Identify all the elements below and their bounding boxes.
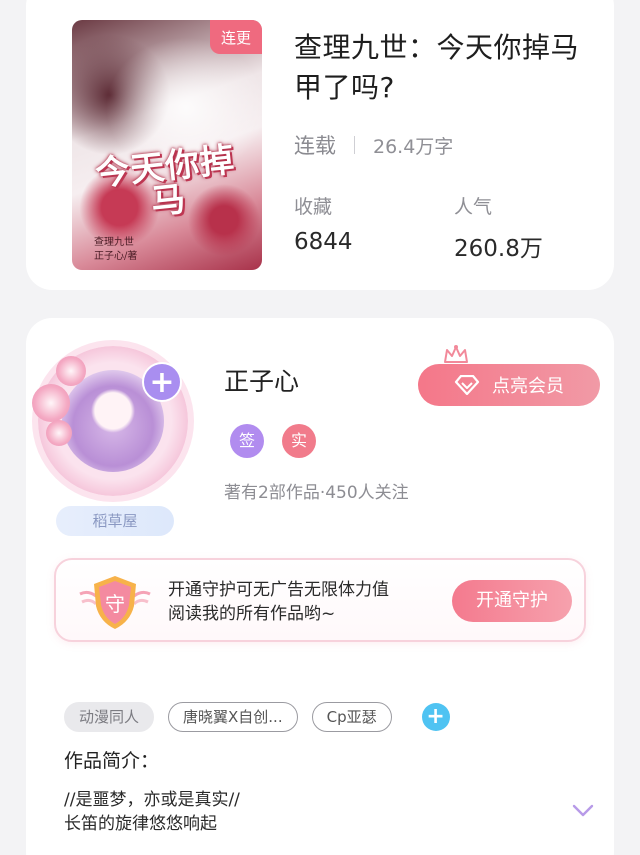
word-count: 26.4万字 — [373, 135, 454, 158]
flower-decoration — [46, 420, 72, 446]
popularity-stat: 人气 260.8万 — [454, 192, 543, 263]
verified-tag: 实 — [282, 424, 316, 458]
follow-plus-button[interactable]: + — [142, 362, 182, 402]
meta-divider — [354, 136, 355, 154]
popularity-value: 260.8万 — [454, 236, 543, 262]
author-card: + 稻草屋 正子心 签 实 著有2部作品·450人关注 点亮会员 守 开通守护可… — [26, 318, 614, 855]
open-guard-button[interactable]: 开通守护 — [452, 580, 572, 622]
tag-category[interactable]: 动漫同人 — [64, 702, 155, 732]
book-status: 连载 — [294, 134, 336, 158]
intro-line2: 长笛的旋律悠悠响起 — [64, 814, 217, 834]
author-name[interactable]: 正子心 — [224, 362, 299, 398]
guard-description: 开通守护可无广告无限体力值 阅读我的所有作品哟~ — [168, 578, 389, 626]
tag-pairing[interactable]: 唐晓翼X自创... — [168, 702, 298, 732]
cover-author-art: 查理九世 正子心/著 — [94, 236, 137, 264]
popularity-label: 人气 — [454, 196, 493, 218]
vip-button-label: 点亮会员 — [492, 376, 564, 397]
chevron-down-icon[interactable] — [572, 804, 594, 818]
signed-tag: 签 — [230, 424, 264, 458]
guard-promo: 守 开通守护可无广告无限体力值 阅读我的所有作品哟~ 开通守护 — [54, 558, 586, 642]
crown-icon — [444, 345, 468, 363]
platform-badge: 稻草屋 — [56, 506, 174, 536]
book-cover[interactable]: 今天你掉马 查理九世 正子心/著 连更 — [72, 20, 262, 270]
guard-text-line2: 阅读我的所有作品哟~ — [168, 604, 336, 624]
vip-button[interactable]: 点亮会员 — [418, 364, 600, 406]
update-badge: 连更 — [210, 20, 262, 54]
tag-cp[interactable]: Cp亚瑟 — [311, 702, 392, 732]
favorites-value: 6844 — [294, 229, 353, 255]
tags-row: 动漫同人 唐晓翼X自创... Cp亚瑟 + — [64, 702, 450, 732]
author-avatar[interactable]: + — [32, 346, 188, 496]
book-meta: 连载 26.4万字 — [294, 130, 453, 160]
guard-text-line1: 开通守护可无广告无限体力值 — [168, 580, 389, 600]
flower-decoration — [32, 384, 70, 422]
intro-text: //是噩梦，亦或是真实// 长笛的旋律悠悠响起 — [64, 788, 240, 836]
intro-line1: //是噩梦，亦或是真实// — [64, 790, 240, 810]
gem-icon — [454, 375, 480, 395]
shield-icon: 守 — [79, 576, 151, 629]
book-card: 今天你掉马 查理九世 正子心/著 连更 查理九世：今天你掉马甲了吗? 连载 26… — [26, 0, 614, 290]
flower-decoration — [56, 356, 86, 386]
book-title: 查理九世：今天你掉马甲了吗? — [294, 31, 580, 104]
intro-label: 作品简介： — [64, 750, 160, 772]
author-stats: 著有2部作品·450人关注 — [224, 483, 409, 503]
cover-author-line2: 正子心/著 — [94, 251, 138, 262]
cover-title-art: 今天你掉马 — [93, 139, 237, 223]
add-tag-button[interactable]: + — [421, 703, 450, 731]
favorites-label: 收藏 — [294, 196, 333, 218]
favorites-stat: 收藏 6844 — [294, 192, 353, 255]
shield-char: 守 — [105, 592, 125, 616]
cover-author-line1: 查理九世 — [94, 237, 134, 248]
